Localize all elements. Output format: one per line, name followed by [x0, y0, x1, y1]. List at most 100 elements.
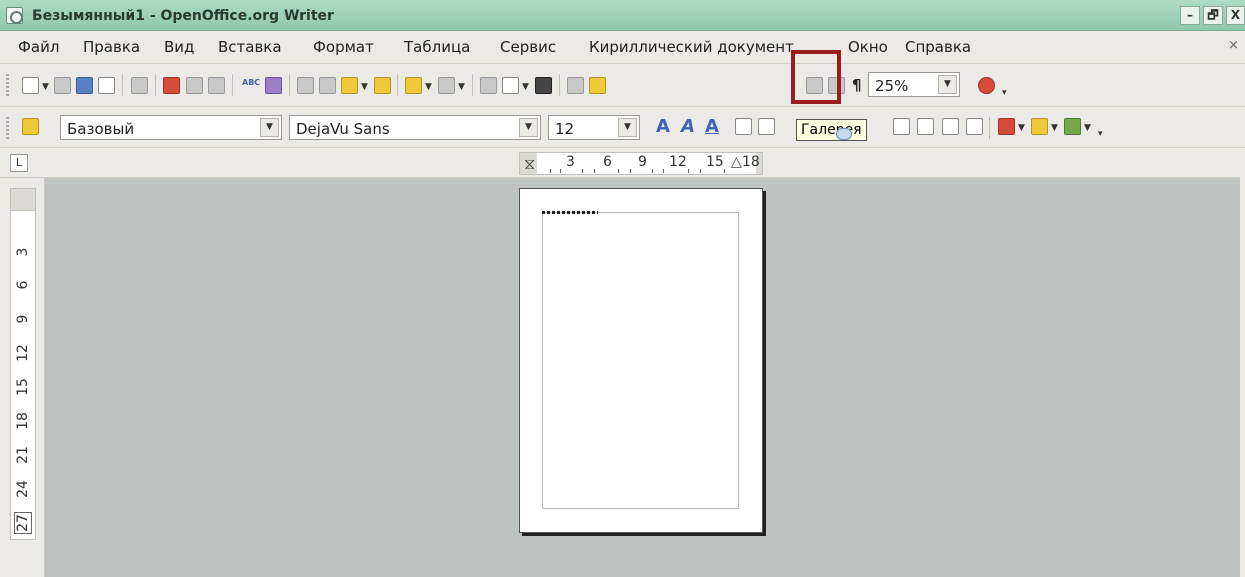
- paste-icon[interactable]: [341, 77, 358, 94]
- show-draw-functions-icon[interactable]: [535, 77, 552, 94]
- standard-toolbar: ▼ ABC ▼ ▼ ▼ ▼ ¶ 25% ▼ ▾: [0, 64, 1245, 107]
- table-dropdown-icon[interactable]: ▼: [522, 82, 529, 92]
- increase-indent-icon[interactable]: [966, 118, 983, 135]
- background-color-icon[interactable]: [1064, 118, 1081, 135]
- copy-icon[interactable]: [319, 77, 336, 94]
- window-title: Безымянный1 - OpenOffice.org Writer: [32, 8, 334, 24]
- menu-tools[interactable]: Сервис: [500, 38, 556, 56]
- toolbar-options-icon[interactable]: ▾: [1098, 129, 1103, 139]
- close-button[interactable]: X: [1226, 6, 1245, 25]
- font-name-dropdown-icon[interactable]: ▼: [519, 118, 538, 137]
- hyperlink-icon[interactable]: [480, 77, 497, 94]
- highlighting-dropdown-icon[interactable]: ▼: [1051, 123, 1058, 133]
- menu-format[interactable]: Формат: [313, 38, 374, 56]
- ruler-number-current: 27: [14, 512, 32, 534]
- menu-cyrillic-document[interactable]: Кириллический документ: [589, 38, 794, 56]
- left-indent-marker-icon[interactable]: ⧖: [524, 154, 535, 174]
- edit-file-icon[interactable]: [131, 77, 148, 94]
- print-icon[interactable]: [186, 77, 203, 94]
- paragraph-style-value: Базовый: [67, 120, 135, 138]
- email-icon[interactable]: [98, 77, 115, 94]
- undo-dropdown-icon[interactable]: ▼: [425, 82, 432, 92]
- menu-view[interactable]: Вид: [164, 38, 194, 56]
- find-replace-icon[interactable]: [567, 77, 584, 94]
- font-color-dropdown-icon[interactable]: ▼: [1018, 123, 1025, 133]
- underline-icon[interactable]: A: [705, 116, 719, 137]
- menu-file[interactable]: Файл: [18, 38, 59, 56]
- open-icon[interactable]: [54, 77, 71, 94]
- background-color-dropdown-icon[interactable]: ▼: [1084, 123, 1091, 133]
- ruler-number: 6: [15, 280, 31, 290]
- scrollbar-edge[interactable]: [1240, 148, 1245, 577]
- page-preview-icon[interactable]: [208, 77, 225, 94]
- font-color-icon[interactable]: [998, 118, 1015, 135]
- undo-icon[interactable]: [405, 77, 422, 94]
- help-icon[interactable]: [978, 77, 995, 94]
- ruler-number: 3: [15, 247, 31, 257]
- document-workspace[interactable]: [45, 178, 1240, 577]
- horizontal-ruler[interactable]: ⧖ 3 6 9 12 15 △ 18: [519, 152, 763, 175]
- menu-window[interactable]: Окно: [848, 38, 888, 56]
- cut-icon[interactable]: [297, 77, 314, 94]
- table-icon[interactable]: [502, 77, 519, 94]
- title-bar: Безымянный1 - OpenOffice.org Writer – 🗗 …: [0, 0, 1245, 31]
- italic-icon[interactable]: A: [681, 116, 695, 137]
- export-pdf-icon[interactable]: [163, 77, 180, 94]
- ruler-number: 12: [15, 344, 31, 362]
- menu-table[interactable]: Таблица: [404, 38, 470, 56]
- bold-icon[interactable]: A: [656, 116, 670, 137]
- vertical-ruler[interactable]: 3 6 9 12 15 18 21 24 27: [10, 188, 36, 540]
- styles-formatting-icon[interactable]: [22, 118, 39, 135]
- highlighting-icon[interactable]: [1031, 118, 1048, 135]
- navigator-icon[interactable]: [589, 77, 606, 94]
- paragraph-style-dropdown-icon[interactable]: ▼: [260, 118, 279, 137]
- redo-dropdown-icon[interactable]: ▼: [458, 82, 465, 92]
- font-size-combobox[interactable]: 12 ▼: [548, 115, 640, 140]
- vertical-ruler-column: 3 6 9 12 15 18 21 24 27: [0, 178, 45, 577]
- menu-edit[interactable]: Правка: [83, 38, 140, 56]
- font-name-combobox[interactable]: DejaVu Sans ▼: [289, 115, 541, 140]
- zoom-combobox[interactable]: 25% ▼: [868, 72, 960, 97]
- document-page[interactable]: [519, 188, 763, 533]
- menu-insert[interactable]: Вставка: [218, 38, 282, 56]
- openoffice-icon: [6, 7, 23, 24]
- paragraph-style-combobox[interactable]: Базовый ▼: [60, 115, 282, 140]
- mouse-cursor-icon: [836, 128, 852, 140]
- tab-stop-selector[interactable]: L: [10, 154, 28, 172]
- gallery-highlight-frame: [791, 50, 841, 104]
- right-indent-marker-icon[interactable]: △: [731, 154, 742, 170]
- new-document-icon[interactable]: [22, 77, 39, 94]
- formatting-marks-icon[interactable]: ¶: [852, 76, 862, 94]
- ruler-number: 21: [15, 446, 31, 464]
- maximize-button[interactable]: 🗗: [1203, 6, 1223, 25]
- ruler-number: 15: [706, 154, 724, 170]
- horizontal-ruler-bar: L ⧖ 3 6 9 12 15 △ 18: [0, 148, 1245, 178]
- ruler-number: 15: [15, 378, 31, 396]
- ruler-number: 24: [15, 480, 31, 498]
- zoom-dropdown-icon[interactable]: ▼: [938, 75, 957, 94]
- new-dropdown-icon[interactable]: ▼: [42, 82, 49, 92]
- toolbar-grip[interactable]: [6, 117, 9, 139]
- minimize-button[interactable]: –: [1180, 6, 1200, 25]
- autospellcheck-icon[interactable]: [265, 77, 282, 94]
- formatting-toolbar: Базовый ▼ DejaVu Sans ▼ 12 ▼ A A A ▼ ▼ ▼…: [0, 107, 1245, 148]
- toolbar-options-icon[interactable]: ▾: [1002, 88, 1007, 98]
- clone-formatting-icon[interactable]: [374, 77, 391, 94]
- spellcheck-icon[interactable]: ABC: [242, 78, 260, 87]
- zoom-value: 25%: [875, 77, 909, 95]
- toolbar-grip[interactable]: [6, 74, 9, 96]
- bullets-icon[interactable]: [917, 118, 934, 135]
- align-center-icon[interactable]: [758, 118, 775, 135]
- font-name-value: DejaVu Sans: [296, 120, 390, 138]
- save-icon[interactable]: [76, 77, 93, 94]
- font-size-dropdown-icon[interactable]: ▼: [618, 118, 637, 137]
- close-document-icon[interactable]: ×: [1228, 38, 1239, 53]
- decrease-indent-icon[interactable]: [942, 118, 959, 135]
- paste-dropdown-icon[interactable]: ▼: [361, 82, 368, 92]
- ruler-number: 9: [638, 154, 647, 170]
- numbering-icon[interactable]: [893, 118, 910, 135]
- menu-help[interactable]: Справка: [905, 38, 971, 56]
- ruler-number: 18: [742, 154, 760, 170]
- redo-icon[interactable]: [438, 77, 455, 94]
- align-left-icon[interactable]: [735, 118, 752, 135]
